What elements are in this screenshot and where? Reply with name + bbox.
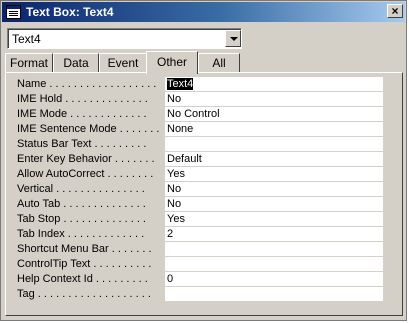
- property-label: IME Hold . . . . . . . . . . . . . .: [17, 93, 148, 105]
- property-label: IME Mode . . . . . . . . . . . . .: [17, 108, 147, 120]
- property-label: Shortcut Menu Bar . . . . . . .: [17, 243, 152, 255]
- property-row-controltip-text[interactable]: ControlTip Text . . . . . . . . . .: [13, 257, 391, 272]
- tab-format-label: Format: [9, 56, 48, 70]
- property-row-shortcut-menu-bar[interactable]: Shortcut Menu Bar . . . . . . .: [13, 242, 391, 257]
- tab-event-label: Event: [107, 56, 139, 70]
- dropdown-button[interactable]: [225, 30, 241, 47]
- property-label: ControlTip Text . . . . . . . . . .: [17, 258, 152, 270]
- tab-data[interactable]: Data: [53, 53, 99, 73]
- property-row-allow-autocorrect[interactable]: Allow AutoCorrect . . . . . . . . Yes: [13, 167, 391, 182]
- property-label: Tag . . . . . . . . . . . . . . . . . . …: [17, 288, 151, 300]
- tab-all[interactable]: All: [198, 53, 240, 73]
- property-label: Vertical . . . . . . . . . . . . . . .: [17, 183, 145, 195]
- property-row-ime-hold[interactable]: IME Hold . . . . . . . . . . . . . . No: [13, 92, 391, 107]
- property-value-field[interactable]: None: [165, 122, 383, 137]
- property-value-field[interactable]: Text4: [165, 77, 383, 92]
- property-row-vertical[interactable]: Vertical . . . . . . . . . . . . . . . No: [13, 182, 391, 197]
- property-value-field[interactable]: Yes: [165, 167, 383, 182]
- property-value-field[interactable]: No: [165, 92, 383, 107]
- property-value-field[interactable]: No: [165, 197, 383, 212]
- property-value-field[interactable]: 0: [165, 272, 383, 287]
- properties-panel: Name . . . . . . . . . . . . . . . . . .…: [5, 72, 403, 316]
- property-value-field[interactable]: Yes: [165, 212, 383, 227]
- property-row-tag[interactable]: Tag . . . . . . . . . . . . . . . . . . …: [13, 287, 391, 302]
- property-label: Allow AutoCorrect . . . . . . . .: [17, 168, 154, 180]
- property-row-auto-tab[interactable]: Auto Tab . . . . . . . . . . . . . . No: [13, 197, 391, 212]
- property-grid: Name . . . . . . . . . . . . . . . . . .…: [13, 77, 391, 302]
- object-selector-value: Text4: [12, 32, 41, 46]
- tab-format[interactable]: Format: [5, 53, 53, 73]
- property-label: Enter Key Behavior . . . . . . .: [17, 153, 155, 165]
- tab-other-label: Other: [156, 55, 187, 69]
- property-label: Status Bar Text . . . . . . . . .: [17, 138, 147, 150]
- chevron-down-icon: [230, 37, 238, 41]
- property-row-tab-index[interactable]: Tab Index . . . . . . . . . . . . . 2: [13, 227, 391, 242]
- property-label: Help Context Id . . . . . . . . .: [17, 273, 148, 285]
- property-row-status-bar-text[interactable]: Status Bar Text . . . . . . . . .: [13, 137, 391, 152]
- property-value-field[interactable]: [165, 242, 383, 257]
- tab-other[interactable]: Other: [146, 51, 198, 74]
- property-row-help-context-id[interactable]: Help Context Id . . . . . . . . . 0: [13, 272, 391, 287]
- close-icon: ×: [391, 4, 399, 18]
- property-value-field[interactable]: [165, 137, 383, 152]
- property-sheet-window: Text Box: Text4 × Text4 Format Data Even…: [0, 0, 407, 321]
- property-row-enter-key-behavior[interactable]: Enter Key Behavior . . . . . . . Default: [13, 152, 391, 167]
- object-selector-combobox[interactable]: Text4: [7, 28, 242, 49]
- property-row-ime-mode[interactable]: IME Mode . . . . . . . . . . . . . No Con…: [13, 107, 391, 122]
- property-label: Tab Index . . . . . . . . . . . . .: [17, 228, 145, 240]
- property-label: Name . . . . . . . . . . . . . . . . . .: [17, 78, 157, 90]
- property-value-field[interactable]: Default: [165, 152, 383, 167]
- property-value-field[interactable]: [165, 257, 383, 272]
- property-value-field[interactable]: No Control: [165, 107, 383, 122]
- property-value-field[interactable]: [165, 287, 383, 302]
- tab-data-label: Data: [63, 56, 89, 70]
- property-sheet-icon: [6, 5, 21, 19]
- tab-all-label: All: [212, 56, 226, 70]
- property-value-field[interactable]: 2: [165, 227, 383, 242]
- tab-event[interactable]: Event: [99, 53, 147, 73]
- window-title: Text Box: Text4: [26, 5, 114, 19]
- property-row-tab-stop[interactable]: Tab Stop . . . . . . . . . . . . . . Yes: [13, 212, 391, 227]
- property-label: Auto Tab . . . . . . . . . . . . . .: [17, 198, 146, 210]
- property-row-name[interactable]: Name . . . . . . . . . . . . . . . . . .…: [13, 77, 391, 92]
- property-label: IME Sentence Mode . . . . . . .: [17, 123, 160, 135]
- property-value-field[interactable]: No: [165, 182, 383, 197]
- close-button[interactable]: ×: [387, 4, 403, 18]
- property-label: Tab Stop . . . . . . . . . . . . . .: [17, 213, 146, 225]
- title-bar[interactable]: Text Box: Text4 ×: [2, 2, 405, 22]
- property-row-ime-sentence-mode[interactable]: IME Sentence Mode . . . . . . . None: [13, 122, 391, 137]
